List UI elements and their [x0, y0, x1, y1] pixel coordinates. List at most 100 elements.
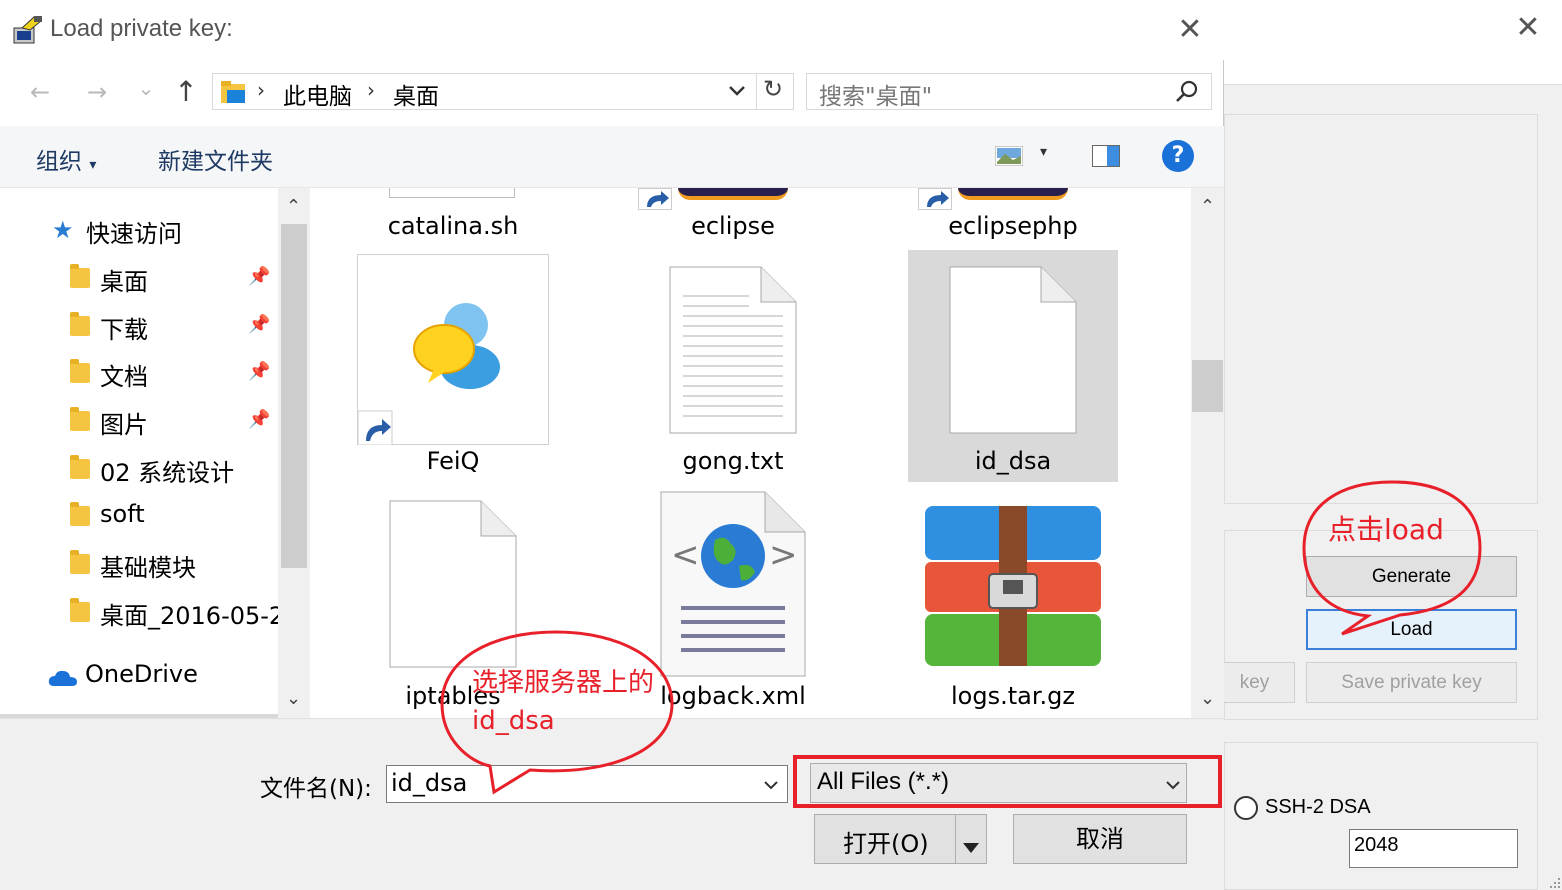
putty-app-icon: [12, 14, 44, 46]
generate-button[interactable]: Generate: [1306, 556, 1517, 597]
sidebar-item-label: 图片: [100, 411, 148, 439]
sidebar-item-system-design[interactable]: 02 系统设计: [0, 449, 280, 493]
sidebar-item-label: 桌面: [100, 268, 148, 296]
puttygen-titlebar: ✕: [1224, 0, 1562, 85]
resize-grip-icon[interactable]: [1546, 874, 1562, 890]
pin-icon: 📌: [248, 314, 271, 335]
ssh2-dsa-radio[interactable]: [1234, 796, 1258, 820]
dialog-footer: 文件名(N): id_dsa All Files (*.*) 打开(O) 取消: [0, 718, 1224, 890]
search-box[interactable]: 搜索"桌面": [806, 73, 1212, 110]
eclipse-shortcut-icon: [958, 188, 1068, 200]
new-folder-button[interactable]: 新建文件夹: [158, 142, 273, 176]
sidebar-item-base-modules[interactable]: 基础模块: [0, 544, 280, 588]
back-button[interactable]: ←: [22, 74, 58, 110]
sidebar-item-desktop[interactable]: 桌面 📌: [0, 258, 280, 302]
filename-input[interactable]: id_dsa: [391, 769, 467, 797]
breadcrumb-this-pc[interactable]: 此电脑: [283, 77, 352, 111]
help-icon[interactable]: ?: [1162, 140, 1194, 172]
breadcrumb-desktop[interactable]: 桌面: [393, 77, 439, 111]
file-name: logback.xml: [660, 682, 806, 710]
desktop-folder-icon: [70, 264, 90, 288]
scroll-down-icon[interactable]: ⌄: [1200, 688, 1215, 709]
sidebar-item-quick-access[interactable]: ★ 快速访问: [0, 210, 280, 254]
key-group-box: [1224, 114, 1538, 504]
document-icon: [389, 188, 515, 198]
save-private-key-button[interactable]: Save private key: [1306, 662, 1517, 703]
svg-text:<: <: [671, 535, 700, 575]
filename-dropdown-icon[interactable]: [761, 772, 781, 792]
star-icon: ★: [52, 216, 74, 244]
pin-icon: 📌: [248, 266, 271, 287]
file-item-gong[interactable]: gong.txt: [623, 447, 843, 475]
blank-file-icon: [389, 500, 517, 668]
file-item-logback[interactable]: logback.xml: [623, 682, 843, 710]
puttygen-window: ✕ Generate Load key Save private key SSH…: [1214, 0, 1562, 890]
documents-folder-icon: [70, 359, 90, 383]
preview-pane-icon[interactable]: [1092, 145, 1120, 167]
filename-label: 文件名(N):: [260, 776, 372, 802]
blank-file-icon: [949, 266, 1077, 434]
cancel-button[interactable]: 取消: [1013, 814, 1187, 864]
scroll-up-icon[interactable]: ⌃: [286, 196, 301, 217]
sidebar-item-onedrive[interactable]: OneDrive: [0, 656, 280, 700]
sidebar-scrollbar[interactable]: ⌃ ⌄: [278, 188, 310, 718]
file-name: catalina.sh: [387, 212, 519, 240]
puttygen-close-button[interactable]: ✕: [1508, 10, 1548, 46]
open-dropdown-icon[interactable]: [961, 833, 981, 853]
sidebar-item-downloads[interactable]: 下载 📌: [0, 306, 280, 350]
file-list-scrollbar[interactable]: ⌃ ⌄: [1191, 188, 1224, 718]
search-icon[interactable]: [1175, 80, 1199, 104]
sidebar-item-documents[interactable]: 文档 📌: [0, 353, 280, 397]
shortcut-arrow-icon: [918, 188, 952, 210]
view-dropdown-icon[interactable]: ▾: [1040, 144, 1047, 160]
save-public-key-button[interactable]: key: [1214, 662, 1295, 703]
file-item-eclipse[interactable]: eclipse: [623, 212, 843, 240]
view-options-icon[interactable]: [994, 145, 1024, 167]
load-button[interactable]: Load: [1306, 609, 1517, 650]
forward-button[interactable]: →: [79, 74, 115, 110]
key-bits-input[interactable]: 2048: [1349, 829, 1518, 868]
file-name: eclipsephp: [948, 212, 1078, 240]
dialog-close-button[interactable]: ✕: [1170, 12, 1210, 48]
scroll-down-icon[interactable]: ⌄: [286, 688, 301, 709]
file-item-eclipsephp[interactable]: eclipsephp: [903, 212, 1123, 240]
sidebar-item-label: 02 系统设计: [100, 459, 235, 487]
file-list: catalina.sh eclipse eclipsephp FeiQ gong…: [313, 188, 1191, 718]
load-private-key-dialog: Load private key: ✕ ← → ⌄ ↑ › 此电脑 › 桌面 ↻…: [0, 0, 1224, 890]
open-split-button[interactable]: 打开(O): [814, 814, 987, 864]
sidebar-item-label: 基础模块: [100, 554, 196, 582]
click-load-annotation: 点击load: [1328, 513, 1444, 546]
eclipse-shortcut-icon: [678, 188, 788, 200]
sidebar-item-desktop-backup[interactable]: 桌面_2016-05-2: [0, 592, 280, 636]
breadcrumb-separator: ›: [257, 78, 265, 102]
file-list-scroll-thumb[interactable]: [1192, 360, 1223, 412]
file-item-catalina[interactable]: catalina.sh: [343, 212, 563, 240]
folder-icon: [70, 598, 90, 622]
sidebar-scroll-thumb[interactable]: [281, 224, 307, 568]
search-input[interactable]: 搜索"桌面": [819, 77, 932, 111]
dialog-titlebar: Load private key: ✕: [0, 0, 1224, 60]
address-divider: [756, 74, 757, 109]
refresh-icon[interactable]: ↻: [763, 75, 783, 103]
file-item-feiq[interactable]: FeiQ: [343, 447, 563, 475]
sidebar-item-soft[interactable]: soft: [0, 496, 280, 540]
sidebar-item-label: 桌面_2016-05-2: [100, 602, 280, 630]
breadcrumb-separator: ›: [367, 78, 375, 102]
file-item-id-dsa-selected[interactable]: id_dsa: [908, 250, 1118, 482]
pictures-folder-icon: [70, 407, 90, 431]
address-bar[interactable]: › 此电脑 › 桌面 ↻: [212, 73, 794, 110]
save-public-key-label: key: [1239, 672, 1270, 693]
file-item-logs-archive[interactable]: logs.tar.gz: [903, 682, 1123, 710]
sidebar-item-label: 文档: [100, 363, 148, 391]
file-name: id_dsa: [974, 447, 1052, 475]
address-dropdown-icon[interactable]: [727, 80, 747, 105]
up-button[interactable]: ↑: [168, 74, 204, 110]
sidebar-item-pictures[interactable]: 图片 📌: [0, 401, 280, 445]
folder-icon: [70, 455, 90, 479]
downloads-folder-icon: [70, 312, 90, 336]
scroll-up-icon[interactable]: ⌃: [1200, 196, 1215, 217]
recent-locations-button[interactable]: ⌄: [128, 70, 164, 106]
organize-menu[interactable]: 组织 ▾: [36, 142, 96, 176]
navigation-pane: ★ 快速访问 桌面 📌 下载 📌 文档 📌 图片 📌 02 系统设计 soft …: [0, 188, 310, 718]
filename-combobox[interactable]: id_dsa: [386, 765, 788, 803]
